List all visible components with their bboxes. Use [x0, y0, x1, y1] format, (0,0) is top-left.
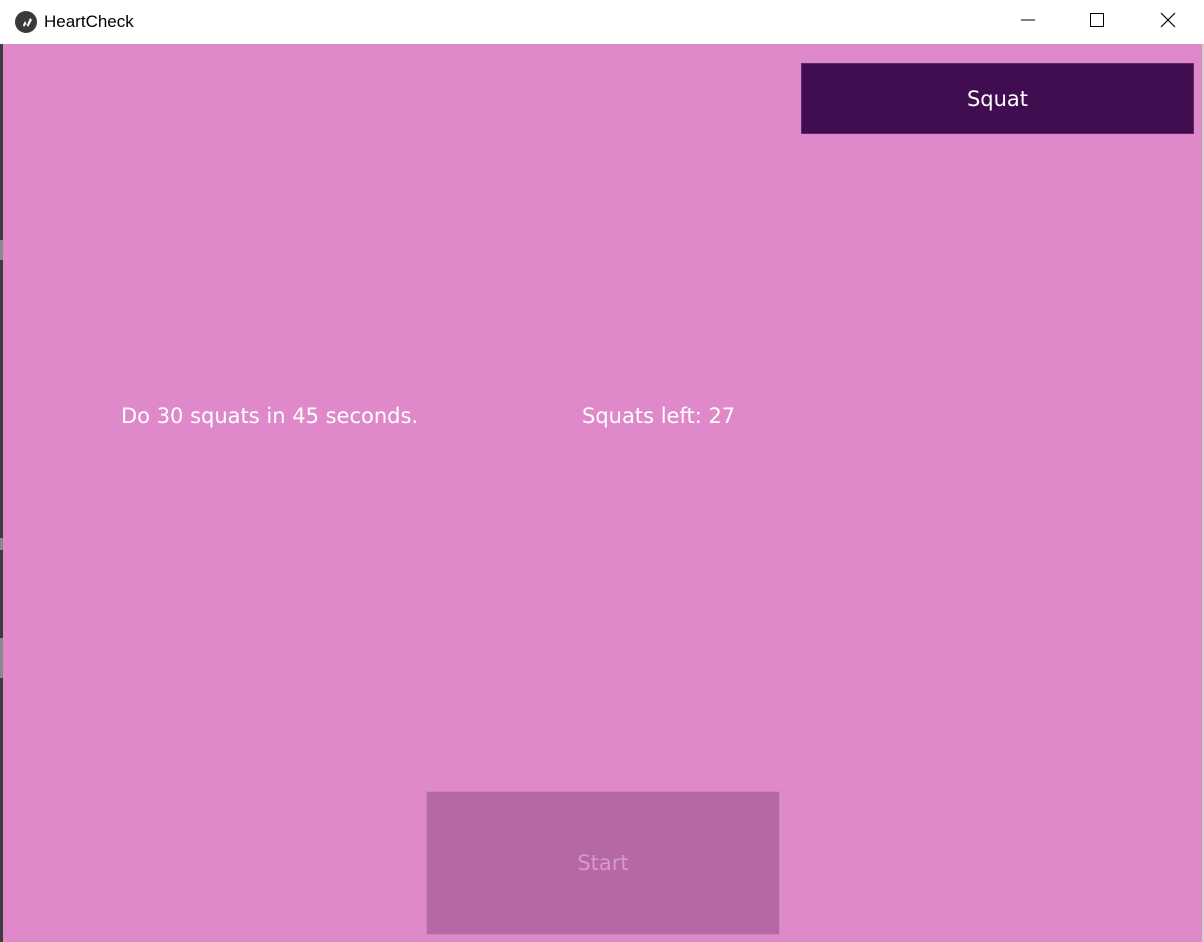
minimize-icon: [1020, 12, 1036, 33]
window-title: HeartCheck: [44, 12, 134, 31]
app-window: HeartCheck Squat Do 30 squats in 45 seco…: [0, 0, 1204, 942]
minimize-button[interactable]: [993, 0, 1063, 44]
close-icon: [1160, 12, 1176, 33]
instruction-label: Do 30 squats in 45 seconds.: [121, 404, 419, 428]
close-button[interactable]: [1133, 0, 1203, 44]
kivy-logo-icon: [15, 11, 37, 33]
maximize-icon: [1089, 12, 1105, 33]
squats-left-label: Squats left: 27: [582, 404, 736, 428]
maximize-button[interactable]: [1062, 0, 1132, 44]
start-button[interactable]: Start: [426, 791, 780, 935]
squat-button[interactable]: Squat: [801, 63, 1194, 134]
title-bar: HeartCheck: [0, 0, 1204, 44]
main-screen: Squat Do 30 squats in 45 seconds. Squats…: [3, 44, 1202, 942]
